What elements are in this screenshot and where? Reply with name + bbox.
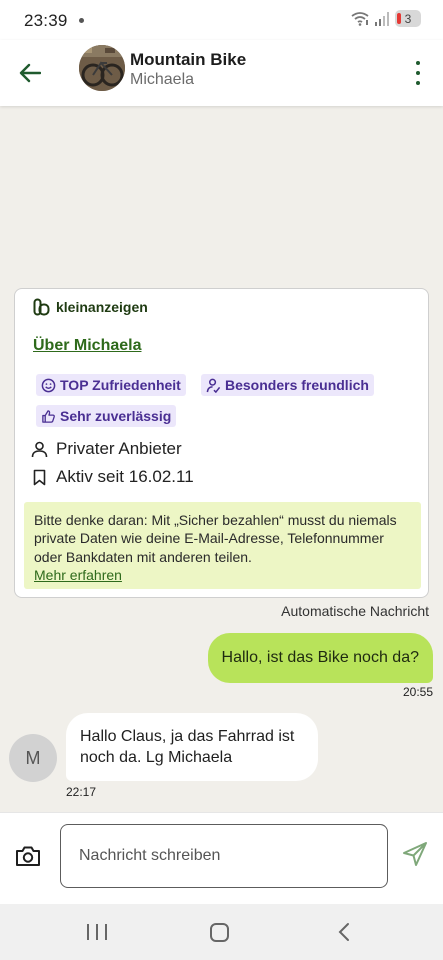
back-button[interactable] bbox=[14, 57, 46, 89]
brand-logo: kleinanzeigen bbox=[33, 298, 148, 316]
automatic-message-label: Automatische Nachricht bbox=[281, 603, 429, 619]
badge-label: Sehr zuverlässig bbox=[60, 408, 172, 424]
more-options-button[interactable] bbox=[411, 58, 425, 88]
learn-more-link[interactable]: Mehr erfahren bbox=[34, 566, 411, 584]
status-icons: 3 bbox=[351, 10, 421, 27]
badge-label: Besonders freundlich bbox=[225, 377, 369, 393]
listing-photo bbox=[79, 45, 125, 91]
chat-header: Mountain Bike Michaela bbox=[0, 40, 443, 106]
system-back-button[interactable] bbox=[336, 922, 352, 942]
camera-icon bbox=[16, 846, 40, 866]
arrow-left-icon bbox=[19, 63, 41, 83]
send-button[interactable] bbox=[401, 840, 433, 872]
status-time: 23:39 bbox=[24, 11, 68, 30]
message-input[interactable] bbox=[60, 824, 388, 888]
about-seller-link[interactable]: Über Michaela bbox=[33, 337, 141, 355]
battery-level: 3 bbox=[404, 11, 412, 26]
kleinanzeigen-logo-icon bbox=[33, 298, 50, 316]
listing-thumbnail[interactable] bbox=[79, 45, 125, 91]
system-nav-bar bbox=[0, 904, 443, 960]
signal-icon bbox=[375, 11, 389, 26]
seller-type: Privater Anbieter bbox=[56, 439, 182, 458]
notification-dot bbox=[79, 18, 84, 23]
message-composer bbox=[0, 812, 443, 904]
more-vert-icon bbox=[416, 61, 420, 65]
bookmark-icon bbox=[33, 469, 46, 485]
message-bubble-outgoing[interactable]: Hallo, ist das Bike noch da? bbox=[207, 633, 433, 683]
seller-type-row: Privater Anbieter bbox=[31, 439, 182, 459]
badge-reliable: Sehr zuverlässig bbox=[36, 405, 177, 427]
badge-top-satisfaction: TOP Zufriedenheit bbox=[36, 374, 186, 396]
message-time: 22:17 bbox=[66, 785, 97, 799]
status-bar: 23:39 3 bbox=[0, 0, 443, 40]
message-bubble-incoming[interactable]: Hallo Claus, ja das Fahrrad ist noch da.… bbox=[66, 713, 318, 781]
home-button[interactable] bbox=[210, 923, 229, 942]
listing-title: Mountain Bike bbox=[130, 50, 247, 69]
seller-name: Michaela bbox=[130, 71, 195, 88]
person-icon bbox=[31, 441, 48, 457]
active-since: Aktiv seit 16.02.11 bbox=[56, 467, 194, 486]
send-icon bbox=[403, 842, 427, 866]
recents-button[interactable] bbox=[87, 924, 107, 940]
message-time: 20:55 bbox=[402, 685, 433, 699]
avatar[interactable]: M bbox=[9, 734, 57, 782]
friendly-person-icon bbox=[206, 378, 221, 393]
badge-friendly: Besonders freundlich bbox=[201, 374, 374, 396]
camera-button[interactable] bbox=[15, 844, 43, 870]
wifi-icon bbox=[351, 12, 369, 26]
notice-text: Bitte denke daran: Mit „Sicher bezahlen“… bbox=[34, 512, 397, 565]
chevron-left-icon bbox=[338, 923, 349, 941]
safety-notice: Bitte denke daran: Mit „Sicher bezahlen“… bbox=[24, 502, 421, 589]
active-since-row: Aktiv seit 16.02.11 bbox=[31, 467, 194, 487]
badge-label: TOP Zufriedenheit bbox=[60, 377, 181, 393]
smiley-icon bbox=[41, 378, 56, 392]
brand-name: kleinanzeigen bbox=[56, 299, 148, 315]
seller-info-card: kleinanzeigen Über Michaela TOP Zufriede… bbox=[14, 288, 429, 598]
battery-icon: 3 bbox=[395, 10, 421, 27]
thumbs-up-icon bbox=[42, 409, 55, 423]
